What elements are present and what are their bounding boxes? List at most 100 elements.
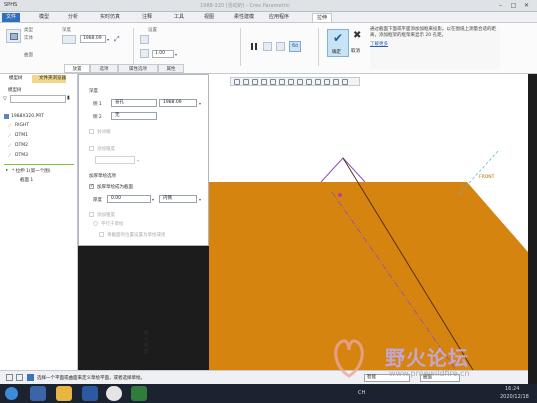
tab-placement[interactable]: 放置	[64, 64, 90, 73]
tab-live-sim[interactable]: 实时仿真	[96, 13, 124, 22]
tab-apps[interactable]: 应用程序	[265, 13, 293, 22]
chevron-down-icon[interactable]: ▾	[199, 101, 201, 106]
chevron-down-icon[interactable]: ▾	[107, 37, 109, 42]
depth-input[interactable]: 1988.09	[80, 35, 106, 43]
side1-type-select[interactable]: 盲孔	[111, 99, 157, 107]
spin-center-icon[interactable]	[324, 79, 330, 85]
folder-icon[interactable]	[56, 386, 72, 401]
preview-off-button[interactable]	[263, 42, 272, 51]
part-icon	[4, 114, 9, 119]
tree-item[interactable]: RIGHT	[15, 123, 29, 128]
close-button[interactable]: ✕	[521, 1, 532, 10]
confirm-button[interactable]: ✔ 确定	[327, 29, 349, 57]
chevron-down-icon[interactable]: ▾	[137, 158, 139, 163]
tree-settings-icon[interactable]: ▮	[67, 95, 70, 101]
refit-icon[interactable]	[234, 79, 240, 85]
tab-properties[interactable]: 属性	[158, 64, 184, 73]
taper-input[interactable]	[95, 156, 135, 164]
watermark-logo	[334, 339, 364, 378]
closed-end-checkbox[interactable]	[89, 129, 94, 134]
watermark: 野火论坛 www.proewildfire.cn	[327, 336, 527, 384]
clock-date[interactable]: 2020/12/18	[500, 394, 529, 400]
sketch-pos-checkbox[interactable]	[99, 232, 104, 237]
watermark-text: 野火论坛	[385, 346, 469, 370]
maximize-button[interactable]: □	[508, 1, 519, 10]
tree-root[interactable]: 1988X320.PRT	[11, 114, 44, 119]
zoom-out-icon[interactable]	[252, 79, 258, 85]
tab-folder-browser[interactable]: 文件夹浏览器	[32, 75, 66, 83]
surface-label[interactable]: 曲面	[24, 52, 33, 58]
thickness-input[interactable]: 0.00	[107, 195, 151, 203]
tab-view[interactable]: 视图	[200, 13, 218, 22]
drag-handle[interactable]	[338, 193, 342, 197]
tab-body-options[interactable]: 属性选项	[118, 64, 158, 73]
separator	[240, 28, 241, 66]
chevron-down-icon[interactable]: ▾	[175, 52, 177, 57]
chevron-down-icon[interactable]: ▾	[152, 197, 154, 202]
datum-display-icon[interactable]	[306, 79, 312, 85]
repaint-icon[interactable]	[261, 79, 267, 85]
cancel-icon[interactable]: ✖	[353, 30, 361, 41]
explorer-icon[interactable]	[30, 386, 46, 401]
remove-material-button[interactable]	[140, 49, 149, 58]
annotation-display-icon[interactable]	[315, 79, 321, 85]
tree-header: 模型树	[8, 88, 22, 93]
tab-model[interactable]: 模型	[35, 13, 53, 22]
tab-analysis[interactable]: 分析	[64, 13, 82, 22]
graphics-area[interactable]: FRONT	[209, 74, 528, 370]
preview-button[interactable]: 6ó	[289, 41, 301, 52]
zoom-in-icon[interactable]	[243, 79, 249, 85]
tab-tools[interactable]: 工具	[170, 13, 188, 22]
solid-button[interactable]	[6, 29, 21, 43]
appearance-icon[interactable]	[342, 79, 348, 85]
tab-extrude[interactable]: 拉伸	[312, 13, 333, 22]
lang-indicator[interactable]: CH	[358, 390, 365, 396]
thicken-button[interactable]	[140, 35, 149, 44]
tree-feature[interactable]: * 拉伸 1(第一个图)	[12, 168, 51, 174]
parallel-label: 平行于草绘	[101, 222, 124, 227]
add-taper2-checkbox[interactable]	[89, 212, 94, 217]
browser-icon[interactable]	[106, 386, 122, 401]
clock-time[interactable]: 16:24	[505, 386, 519, 392]
side1-depth-input[interactable]: 1988.09	[159, 99, 197, 107]
tree-item[interactable]: DTM2	[15, 143, 28, 148]
tree-feature-child[interactable]: 截面 1	[20, 177, 33, 183]
plane-icon: ⟋	[8, 154, 12, 159]
view-manager-icon[interactable]	[333, 79, 339, 85]
tab-options[interactable]: 选项	[90, 64, 118, 73]
depth-type-button[interactable]	[62, 35, 76, 44]
options-panel: 深度 侧 1 盲孔 1988.09 ▾ 侧 2 无 封闭端 添加锥度 ▾ 加厚草…	[78, 74, 209, 246]
browser-icon[interactable]	[16, 374, 23, 381]
thicken-checkbox[interactable]: ✓	[89, 184, 94, 189]
tab-flex[interactable]: 柔性建模	[230, 13, 258, 22]
start-button[interactable]	[5, 387, 18, 400]
chevron-down-icon[interactable]: ▾	[199, 197, 201, 202]
perspective-icon[interactable]	[297, 79, 303, 85]
verify-button[interactable]	[276, 42, 285, 51]
toggle-tree-icon[interactable]	[6, 374, 13, 381]
closed-end-label: 封闭端	[97, 130, 111, 135]
cancel-label[interactable]: 取消	[351, 48, 360, 54]
creo-icon[interactable]	[131, 386, 147, 401]
tree-search-input[interactable]	[10, 95, 66, 103]
tab-model-tree[interactable]: 模型树	[2, 75, 23, 83]
section-icon[interactable]	[288, 79, 294, 85]
flip-icon[interactable]: ⤢	[114, 35, 120, 44]
add-taper-checkbox[interactable]	[89, 146, 94, 151]
tree-item[interactable]: DTM1	[15, 133, 28, 138]
saved-views-icon[interactable]	[279, 79, 285, 85]
minimize-button[interactable]: –	[495, 1, 506, 10]
filter-icon[interactable]: ▽	[3, 96, 7, 102]
view-toolbar	[230, 77, 360, 86]
direction-select[interactable]: 内侧	[159, 195, 197, 203]
side2-type-select[interactable]: 无	[111, 112, 157, 120]
word-icon[interactable]	[82, 386, 98, 401]
learn-more-link[interactable]: 了解更多	[370, 42, 500, 48]
tab-file[interactable]: 文件	[2, 13, 21, 22]
parallel-radio[interactable]	[93, 221, 98, 226]
tab-annotate[interactable]: 注释	[138, 13, 156, 22]
app-label[interactable]: SPHS	[4, 2, 17, 8]
tree-item[interactable]: DTM3	[15, 153, 28, 158]
thicken-input[interactable]: 1.00	[152, 50, 174, 58]
display-style-icon[interactable]	[270, 79, 276, 85]
